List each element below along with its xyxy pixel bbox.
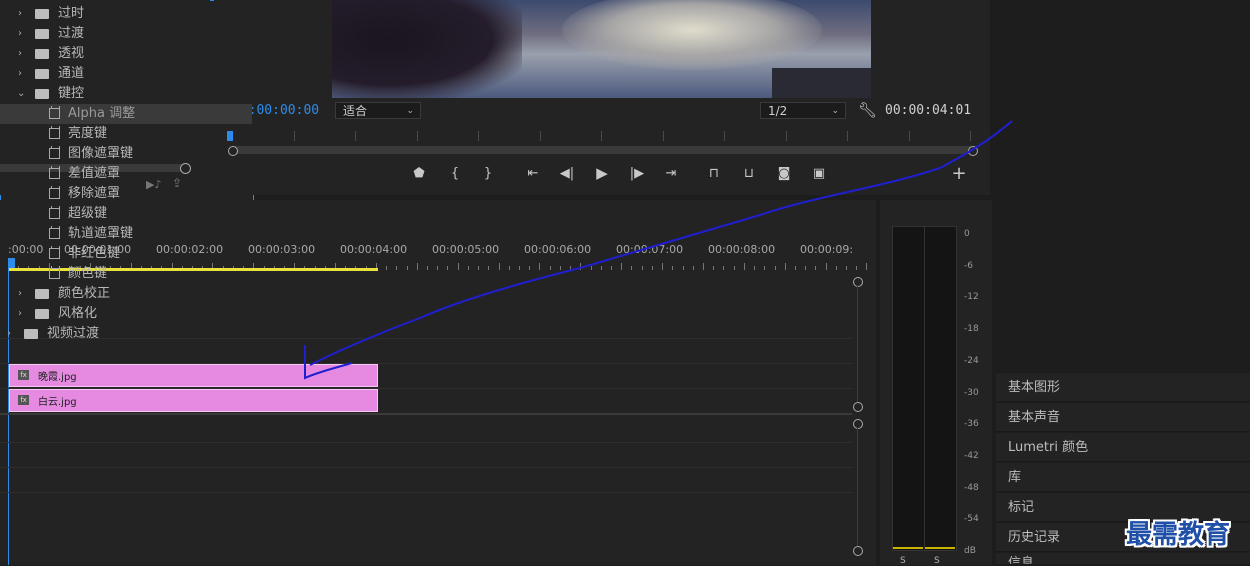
watermark-logo: 最需教育	[1126, 520, 1231, 550]
annotation-arrow	[304, 120, 1013, 380]
